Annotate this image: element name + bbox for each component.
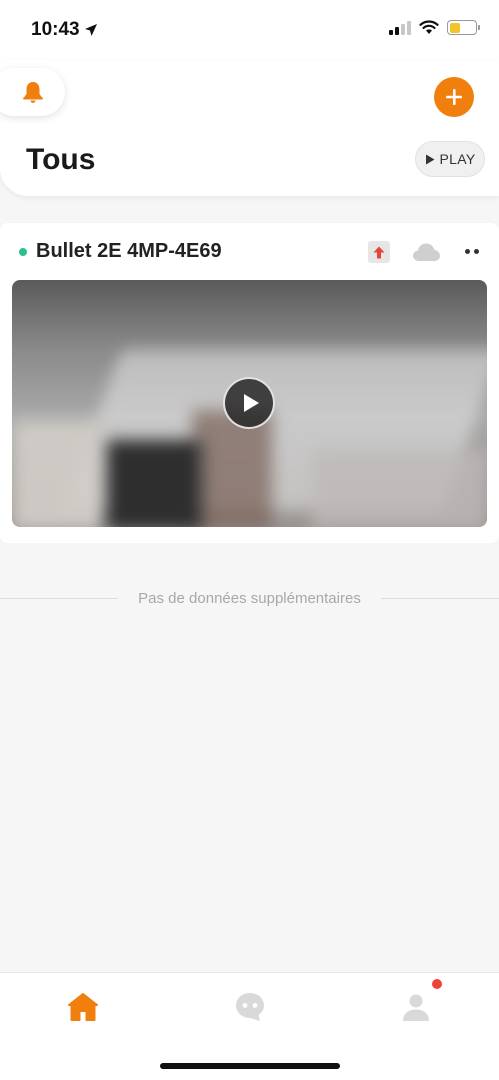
page-title: Tous	[26, 143, 96, 176]
app-screen: 10:43 Tous PLAY Bullet 2E 4MP-4E69 Pas d…	[0, 0, 499, 1080]
battery-fill	[449, 22, 460, 33]
notifications-button[interactable]	[0, 68, 65, 116]
nav-home[interactable]	[63, 987, 103, 1027]
battery-icon	[447, 20, 480, 35]
no-more-data-label: Pas de données supplémentaires	[138, 589, 361, 607]
preview-blur	[107, 440, 202, 527]
notification-badge	[432, 979, 442, 989]
more-options-icon[interactable]	[465, 249, 479, 254]
location-arrow-icon	[84, 24, 97, 36]
wifi-icon	[419, 20, 439, 34]
device-name: Bullet 2E 4MP-4E69	[36, 240, 222, 262]
add-device-button[interactable]	[434, 77, 474, 117]
header: Tous PLAY	[0, 60, 499, 196]
cloud-icon[interactable]	[412, 241, 441, 263]
status-indicators	[389, 20, 480, 35]
play-all-button[interactable]: PLAY	[415, 141, 485, 177]
messages-icon	[236, 993, 264, 1021]
arrow-up-icon	[373, 246, 385, 258]
play-label: PLAY	[439, 151, 476, 167]
plus-icon	[446, 89, 462, 105]
device-card[interactable]: Bullet 2E 4MP-4E69	[0, 223, 499, 543]
preview-blur	[192, 410, 272, 527]
time-label: 10:43	[31, 19, 80, 40]
play-icon	[243, 394, 259, 412]
status-time: 10:43	[31, 19, 98, 41]
preview-blur	[12, 420, 102, 527]
profile-icon	[403, 994, 429, 1021]
nav-profile[interactable]	[396, 987, 436, 1027]
divider	[0, 597, 119, 599]
home-indicator	[160, 1063, 340, 1069]
play-video-button[interactable]	[223, 377, 275, 429]
end-of-list: Pas de données supplémentaires	[0, 588, 499, 608]
upload-alert-icon[interactable]	[368, 241, 390, 263]
home-icon	[68, 993, 98, 1021]
online-status-dot	[19, 248, 27, 256]
preview-blur	[312, 450, 487, 527]
divider	[380, 597, 499, 599]
cellular-signal-icon	[389, 20, 411, 35]
camera-preview[interactable]	[12, 280, 487, 527]
play-icon	[425, 154, 435, 164]
nav-messages[interactable]	[230, 987, 270, 1027]
status-bar: 10:43	[0, 0, 499, 60]
bell-icon	[22, 82, 43, 103]
